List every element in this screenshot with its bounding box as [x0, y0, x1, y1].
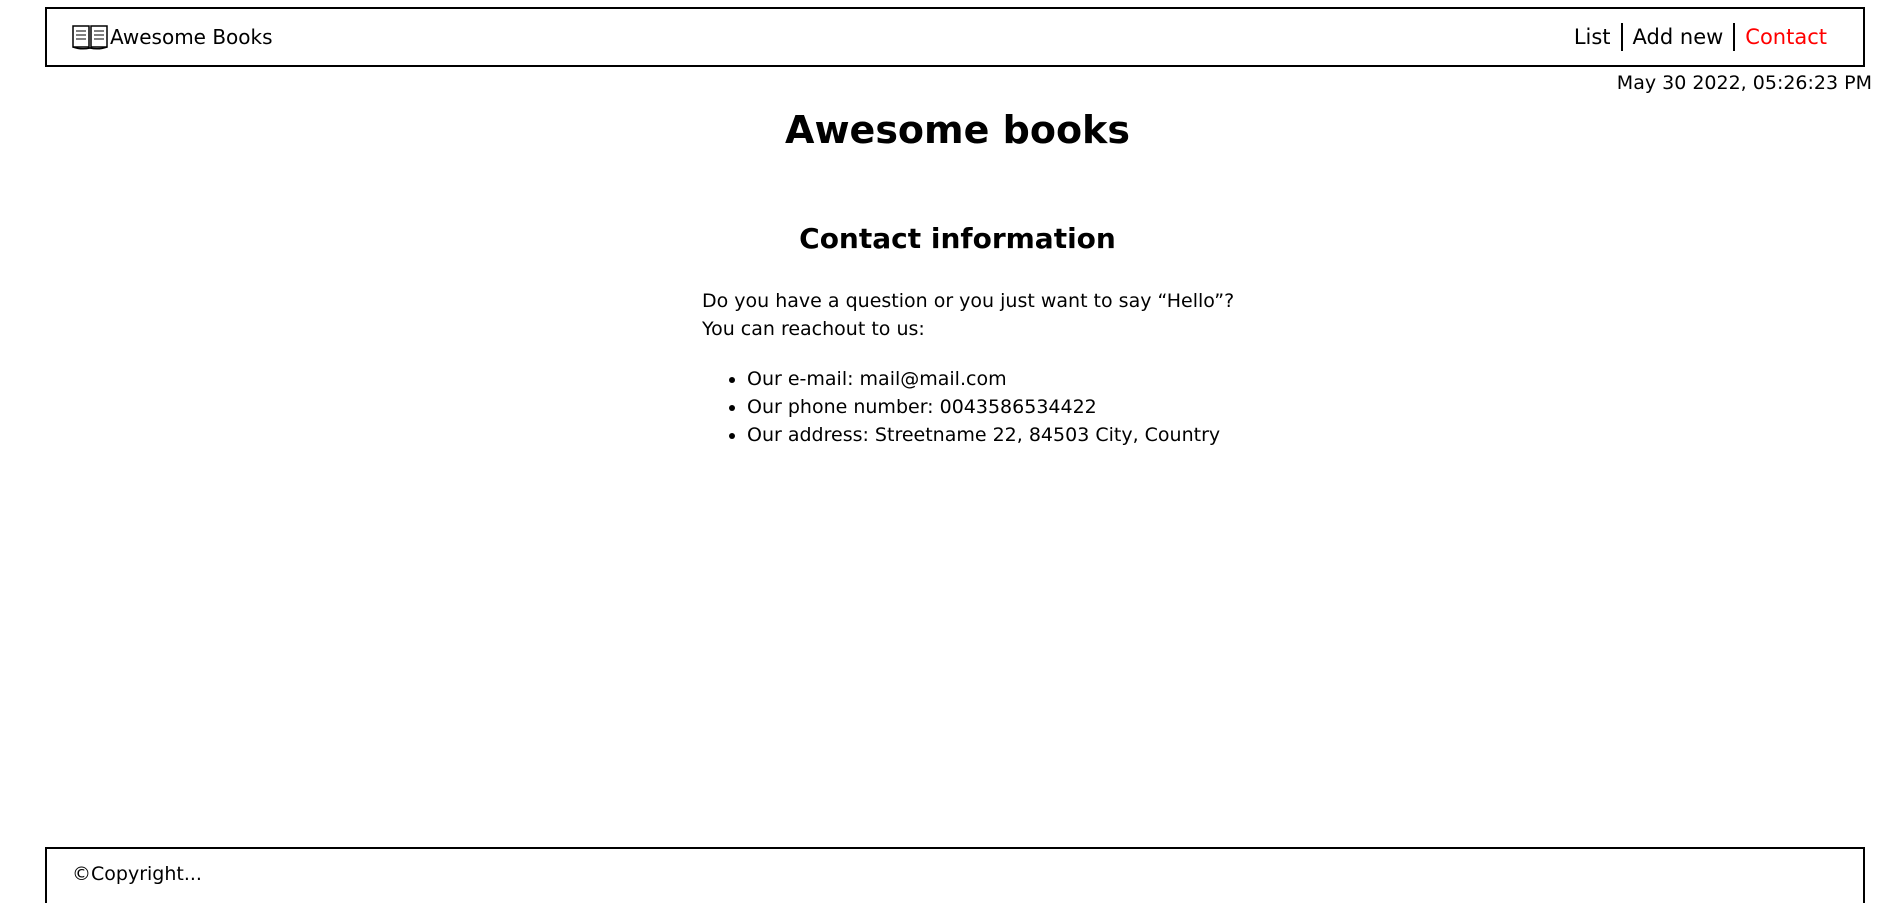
open-book-icon [72, 25, 108, 50]
brand[interactable]: Awesome Books [72, 24, 273, 50]
nav-link-contact[interactable]: Contact [1735, 23, 1827, 51]
contact-phone-item: Our phone number: 0043586534422 [747, 393, 1234, 421]
page-title: Awesome books [785, 108, 1130, 152]
contact-intro-line: You can reachout to us: [702, 318, 925, 340]
section-title: Contact information [799, 222, 1116, 255]
nav-menu: List Add new Contact [1564, 23, 1827, 51]
contact-address-item: Our address: Streetname 22, 84503 City, … [747, 421, 1234, 449]
contact-list: Our e-mail: mail@mail.com Our phone numb… [702, 365, 1234, 449]
contact-intro-line: Do you have a question or you just want … [702, 290, 1235, 312]
nav-link-list[interactable]: List [1564, 23, 1621, 51]
contact-email-item: Our e-mail: mail@mail.com [747, 365, 1234, 393]
contact-section: Do you have a question or you just want … [702, 287, 1234, 449]
copyright-text: ©Copyright... [72, 863, 202, 885]
navbar: Awesome Books List Add new Contact [45, 7, 1865, 67]
brand-label: Awesome Books [110, 25, 273, 49]
nav-link-add-new[interactable]: Add new [1623, 23, 1734, 51]
footer: ©Copyright... [45, 847, 1865, 903]
current-datetime: May 30 2022, 05:26:23 PM [1616, 72, 1872, 94]
